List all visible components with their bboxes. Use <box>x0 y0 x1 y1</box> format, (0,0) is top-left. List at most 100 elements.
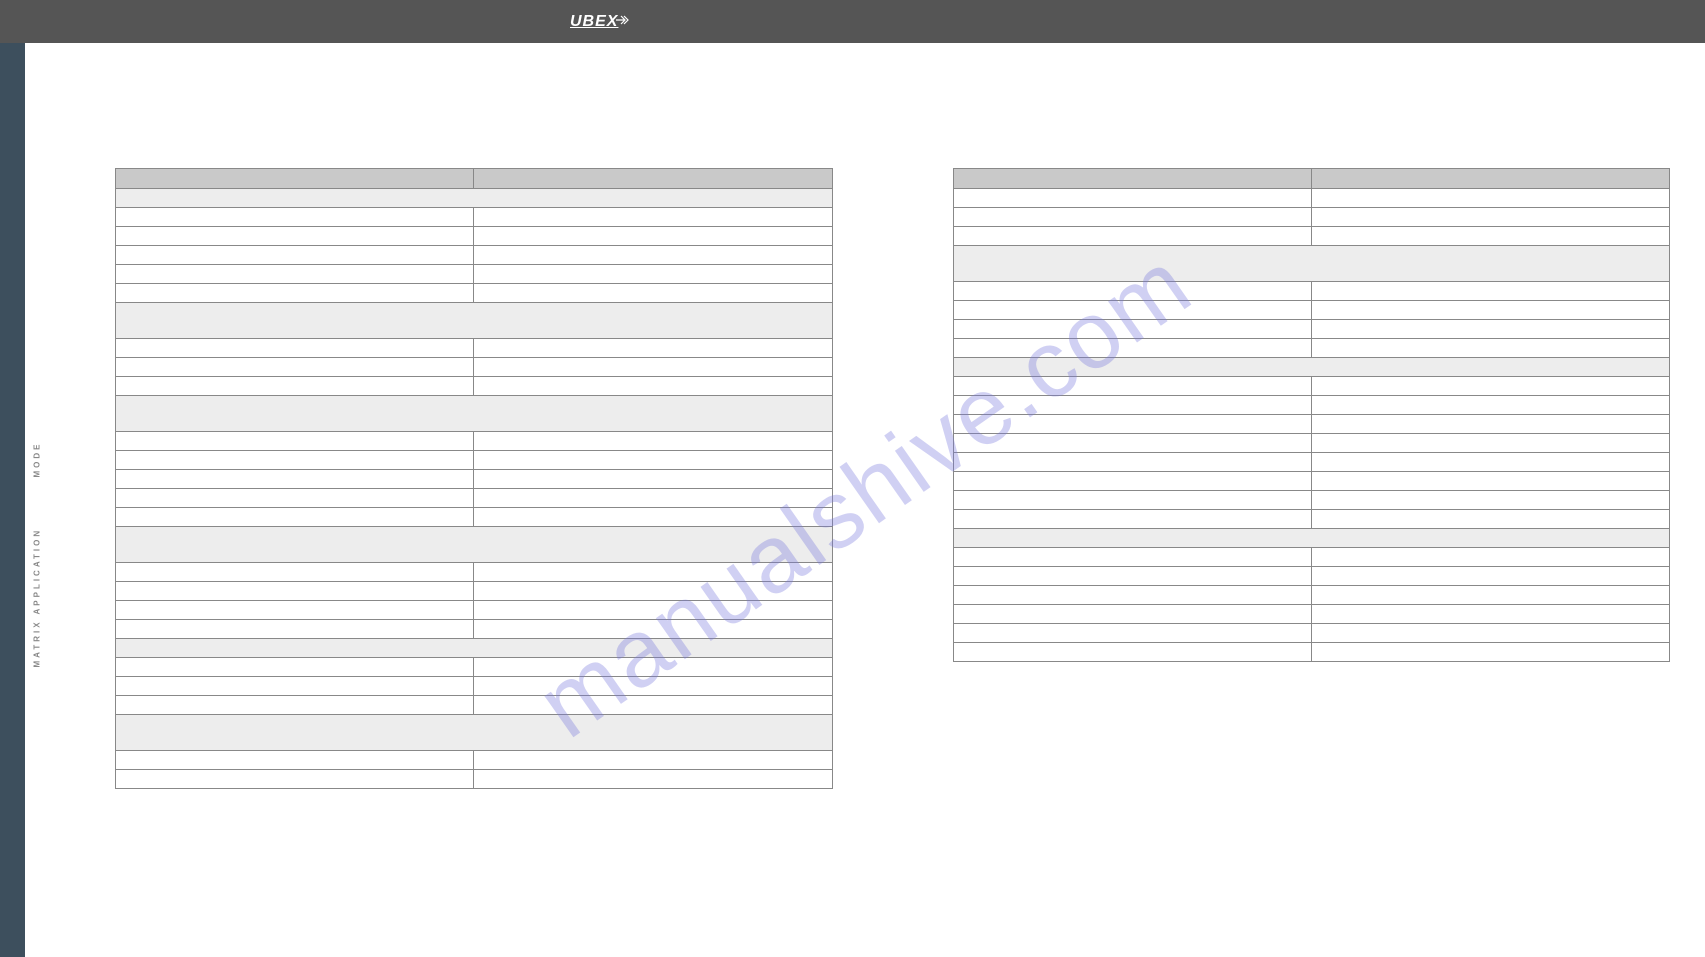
table-cell <box>116 246 474 265</box>
table-section-row <box>116 639 833 658</box>
table-cell <box>116 227 474 246</box>
table-row <box>116 208 833 227</box>
table-cell <box>116 677 474 696</box>
table-cell <box>116 284 474 303</box>
table-row <box>953 624 1670 643</box>
table-cell <box>953 339 1311 358</box>
table-cell <box>116 489 474 508</box>
table-cell <box>474 377 832 396</box>
table-cell <box>1311 320 1669 339</box>
table-cell <box>116 696 474 715</box>
table-cell <box>953 472 1311 491</box>
table-row <box>953 227 1670 246</box>
logo: UBEX <box>570 13 630 31</box>
right-table <box>953 168 1671 662</box>
table-row <box>116 339 833 358</box>
table-cell <box>116 432 474 451</box>
table-cell <box>1311 624 1669 643</box>
table-row <box>116 284 833 303</box>
table-row <box>116 451 833 470</box>
table-row <box>953 586 1670 605</box>
table-cell <box>953 586 1311 605</box>
table-section-row <box>116 527 833 563</box>
table-cell <box>116 620 474 639</box>
section-cell <box>116 527 833 563</box>
section-cell <box>116 189 833 208</box>
table-section-row <box>116 189 833 208</box>
table-cell <box>474 770 832 789</box>
table-cell <box>474 432 832 451</box>
table-row <box>953 567 1670 586</box>
table-header-cell <box>1311 169 1669 189</box>
table-cell <box>953 301 1311 320</box>
table-row <box>116 696 833 715</box>
table-cell <box>1311 453 1669 472</box>
logo-arrow-icon <box>616 13 630 31</box>
table-cell <box>474 563 832 582</box>
table-row <box>116 470 833 489</box>
table-cell <box>953 624 1311 643</box>
table-row <box>116 246 833 265</box>
table-section-row <box>116 303 833 339</box>
table-cell <box>1311 377 1669 396</box>
table-cell <box>1311 434 1669 453</box>
table-row <box>116 601 833 620</box>
left-column <box>115 168 833 957</box>
table-section-row <box>116 396 833 432</box>
table-row <box>953 643 1670 662</box>
table-cell <box>1311 189 1669 208</box>
table-row <box>953 491 1670 510</box>
table-row <box>116 563 833 582</box>
section-cell <box>116 303 833 339</box>
table-cell <box>116 265 474 284</box>
table-cell <box>116 470 474 489</box>
table-header-cell <box>116 169 474 189</box>
table-cell <box>116 770 474 789</box>
table-row <box>953 339 1670 358</box>
table-row <box>953 472 1670 491</box>
table-row <box>953 510 1670 529</box>
left-table <box>115 168 833 789</box>
table-cell <box>953 510 1311 529</box>
table-cell <box>474 246 832 265</box>
table-cell <box>116 582 474 601</box>
table-cell <box>474 451 832 470</box>
section-cell <box>953 358 1670 377</box>
table-row <box>953 434 1670 453</box>
table-cell <box>953 491 1311 510</box>
document-page: MODE MATRIX APPLICATION manualshive.com <box>25 43 1705 957</box>
table-cell <box>1311 282 1669 301</box>
table-cell <box>116 508 474 527</box>
table-row <box>953 301 1670 320</box>
table-row <box>953 453 1670 472</box>
table-row <box>116 620 833 639</box>
side-label-upper: MODE <box>33 442 42 478</box>
table-row <box>116 508 833 527</box>
table-row <box>953 320 1670 339</box>
table-cell <box>116 339 474 358</box>
table-cell <box>116 751 474 770</box>
section-cell <box>116 396 833 432</box>
table-cell <box>1311 643 1669 662</box>
table-cell <box>116 563 474 582</box>
table-cell <box>116 601 474 620</box>
table-cell <box>1311 605 1669 624</box>
table-cell <box>474 470 832 489</box>
table-cell <box>116 208 474 227</box>
logo-text: UBEX <box>570 13 618 31</box>
table-cell <box>953 377 1311 396</box>
table-cell <box>953 605 1311 624</box>
table-cell <box>474 339 832 358</box>
table-cell <box>116 377 474 396</box>
table-cell <box>1311 586 1669 605</box>
table-row <box>953 605 1670 624</box>
table-cell <box>474 601 832 620</box>
table-cell <box>474 208 832 227</box>
table-cell <box>474 751 832 770</box>
table-row <box>116 582 833 601</box>
table-row <box>116 265 833 284</box>
table-cell <box>953 320 1311 339</box>
table-header-cell <box>474 169 832 189</box>
table-row <box>116 358 833 377</box>
table-cell <box>474 284 832 303</box>
